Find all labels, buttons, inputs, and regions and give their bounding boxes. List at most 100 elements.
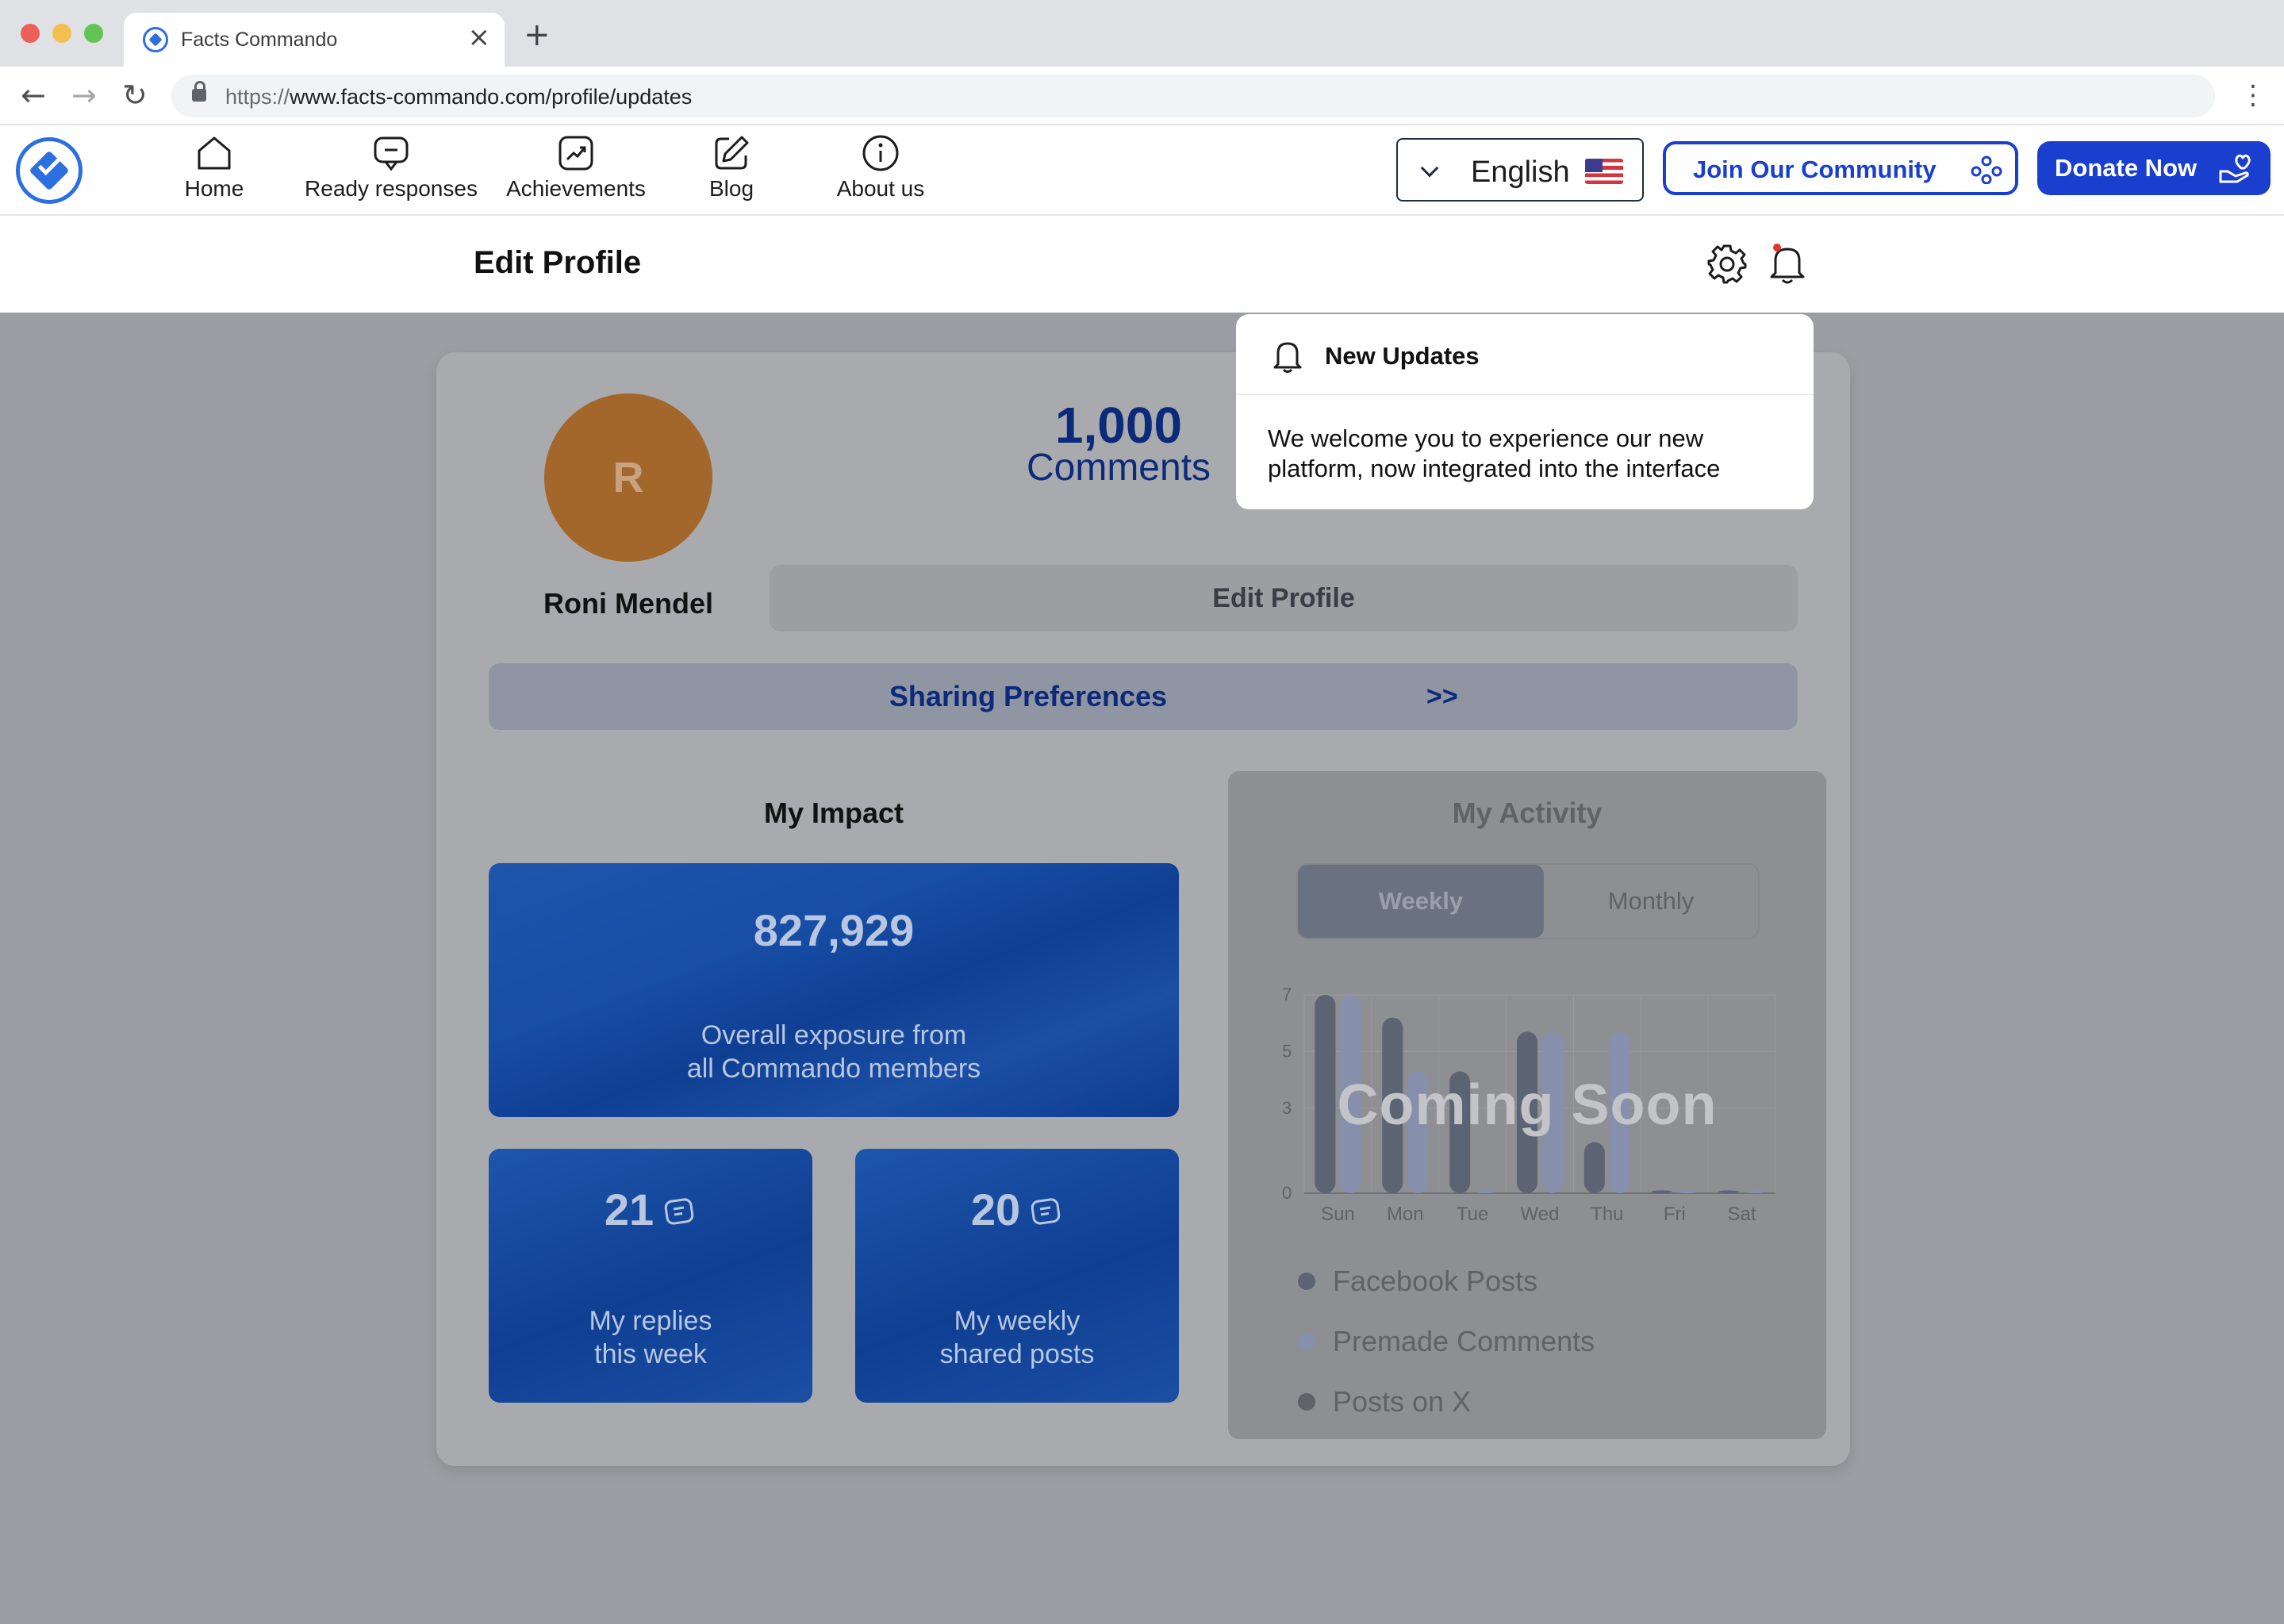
back-arrow-icon[interactable]: ← bbox=[21, 78, 46, 113]
tab-weekly[interactable]: Weekly bbox=[1298, 865, 1544, 938]
us-flag-icon bbox=[1585, 159, 1623, 184]
chart-x-tick-label: Thu bbox=[1591, 1204, 1623, 1223]
nav-about-us[interactable]: About us bbox=[827, 133, 935, 209]
overall-exposure-line2: all Commando members bbox=[686, 1054, 981, 1084]
overall-exposure-label: Overall exposure from all Commando membe… bbox=[489, 1019, 1179, 1085]
nav-home-label: Home bbox=[184, 176, 244, 201]
legend-item-premade: Premade Comments bbox=[1298, 1325, 1595, 1358]
double-chevron-right-icon: >> bbox=[1426, 681, 1458, 712]
overall-exposure-value: 827,929 bbox=[753, 905, 915, 955]
url-text: https://www.facts-commando.com/profile/u… bbox=[225, 85, 692, 109]
page-title: Edit Profile bbox=[474, 245, 642, 280]
sharing-preferences-label: Sharing Preferences bbox=[889, 680, 1168, 712]
chart-x-tick-label: Tue bbox=[1457, 1204, 1488, 1223]
nav-ready-responses[interactable]: Ready responses bbox=[300, 133, 482, 209]
legend-item-x: Posts on X bbox=[1298, 1385, 1471, 1419]
logo-icon[interactable] bbox=[16, 137, 83, 204]
weekly-replies-label: My replies this week bbox=[489, 1304, 812, 1371]
weekly-replies-card: 21 My replies this week bbox=[489, 1149, 812, 1403]
sharing-preferences-button[interactable]: Sharing Preferences >> bbox=[489, 663, 1798, 730]
chart-bar bbox=[1651, 1190, 1672, 1193]
window-close-dot[interactable] bbox=[21, 24, 40, 43]
overall-exposure-line1: Overall exposure from bbox=[701, 1020, 967, 1050]
edit-icon bbox=[715, 136, 749, 170]
coming-soon-overlay: Coming Soon bbox=[1337, 1073, 1718, 1137]
language-label: English bbox=[1471, 155, 1570, 189]
url-field[interactable]: https://www.facts-commando.com/profile/u… bbox=[171, 75, 2215, 117]
weekly-shared-line2: shared posts bbox=[939, 1339, 1095, 1369]
chart-x-tick-label: Sat bbox=[1728, 1204, 1756, 1223]
donate-hand-icon bbox=[2219, 154, 2251, 183]
join-community-label: Join Our Community bbox=[1693, 155, 1937, 183]
edit-profile-button[interactable]: Edit Profile bbox=[770, 565, 1798, 632]
nav-ready-responses-label: Ready responses bbox=[305, 176, 478, 201]
chart-x-tick-label: Wed bbox=[1521, 1204, 1560, 1223]
donate-button[interactable]: Donate Now bbox=[2037, 141, 2271, 195]
url-host-path: www.facts-commando.com/profile/updates bbox=[290, 85, 693, 109]
language-selector[interactable]: English bbox=[1396, 138, 1644, 202]
reload-icon[interactable]: ↻ bbox=[122, 78, 148, 113]
chart-bar bbox=[1583, 1142, 1605, 1193]
browser-tab-bar: Facts Commando × + bbox=[0, 0, 2284, 67]
window-maximize-dot[interactable] bbox=[84, 24, 103, 43]
bell-icon bbox=[1273, 342, 1302, 373]
nav-home[interactable]: Home bbox=[175, 133, 254, 209]
avatar[interactable]: R bbox=[544, 394, 712, 562]
legend-label-x: Posts on X bbox=[1333, 1385, 1472, 1418]
join-community-button[interactable]: Join Our Community bbox=[1663, 141, 2018, 195]
nav-achievements[interactable]: Achievements bbox=[500, 133, 652, 209]
chart-bar bbox=[1744, 1190, 1765, 1193]
chart-bar bbox=[1718, 1190, 1740, 1193]
weekly-replies-line2: this week bbox=[594, 1339, 707, 1369]
profile-card: R Roni Mendel 1,000 Comments Edit Profil… bbox=[436, 352, 1850, 1466]
chart-y-tick-label: 0 bbox=[1282, 1183, 1292, 1203]
tab-title: Facts Commando bbox=[181, 29, 338, 51]
chart-x-tick-label: Sun bbox=[1321, 1204, 1355, 1223]
my-activity-title: My Activity bbox=[1452, 797, 1603, 829]
chart-y-tick-label: 5 bbox=[1282, 1041, 1292, 1061]
browser-menu-icon[interactable]: ⋮ bbox=[2240, 78, 2267, 113]
weekly-shared-value: 20 bbox=[970, 1184, 1021, 1234]
gear-icon[interactable] bbox=[1706, 243, 1749, 286]
bell-icon[interactable] bbox=[1768, 243, 1807, 286]
my-activity-panel: My Activity Weekly Monthly 0 3 5 7 Sun Mon Tue… bbox=[1228, 771, 1826, 1439]
legend-label-facebook: Facebook Posts bbox=[1333, 1265, 1538, 1297]
new-tab-icon[interactable]: + bbox=[524, 19, 551, 51]
info-icon bbox=[862, 135, 899, 171]
trend-chart-icon bbox=[559, 136, 593, 171]
my-impact-title: My Impact bbox=[763, 797, 904, 829]
weekly-shared-label: My weekly shared posts bbox=[855, 1304, 1179, 1371]
period-toggle: Weekly Monthly bbox=[1296, 863, 1760, 939]
chart-bar bbox=[1676, 1190, 1698, 1193]
chevron-down-icon bbox=[1420, 159, 1439, 178]
legend-label-premade: Premade Comments bbox=[1333, 1325, 1595, 1357]
chart-bar bbox=[1475, 1190, 1496, 1193]
notifications-popover: New Updates We welcome you to experience… bbox=[1236, 314, 1814, 509]
forward-arrow-icon[interactable]: → bbox=[71, 78, 97, 113]
notification-message: We welcome you to experience our new pla… bbox=[1268, 424, 1721, 482]
donate-label: Donate Now bbox=[2055, 154, 2198, 182]
tab-monthly[interactable]: Monthly bbox=[1544, 865, 1758, 938]
community-icon bbox=[1971, 155, 2002, 184]
tab-close-icon[interactable]: × bbox=[468, 24, 491, 51]
chart-x-tick-label: Fri bbox=[1664, 1204, 1686, 1223]
browser-tab[interactable]: Facts Commando × bbox=[124, 13, 505, 67]
address-bar: ← → ↻ https://www.facts-commando.com/pro… bbox=[0, 67, 2284, 125]
nav-blog-label: Blog bbox=[708, 176, 754, 201]
profile-name: Roni Mendel bbox=[543, 587, 713, 620]
popover-title: New Updates bbox=[1325, 342, 1480, 370]
window-minimize-dot[interactable] bbox=[52, 24, 71, 43]
popover-header: New Updates bbox=[1236, 314, 1814, 395]
chat-minus-icon bbox=[374, 136, 409, 171]
home-icon bbox=[198, 136, 231, 170]
legend-dot-facebook bbox=[1298, 1273, 1315, 1291]
legend-dot-x bbox=[1298, 1393, 1315, 1411]
nav-blog[interactable]: Blog bbox=[692, 133, 771, 209]
overall-exposure-card: 827,929 Overall exposure from all Comman… bbox=[489, 863, 1179, 1117]
lock-icon bbox=[192, 81, 206, 102]
sub-header: Edit Profile bbox=[0, 216, 2284, 313]
nav-achievements-label: Achievements bbox=[506, 176, 646, 201]
site-header: Home Ready responses Achievements Blog A… bbox=[0, 125, 2284, 216]
weekly-shared-value-row: 20 bbox=[855, 1184, 1179, 1235]
legend-item-facebook: Facebook Posts bbox=[1298, 1265, 1537, 1298]
